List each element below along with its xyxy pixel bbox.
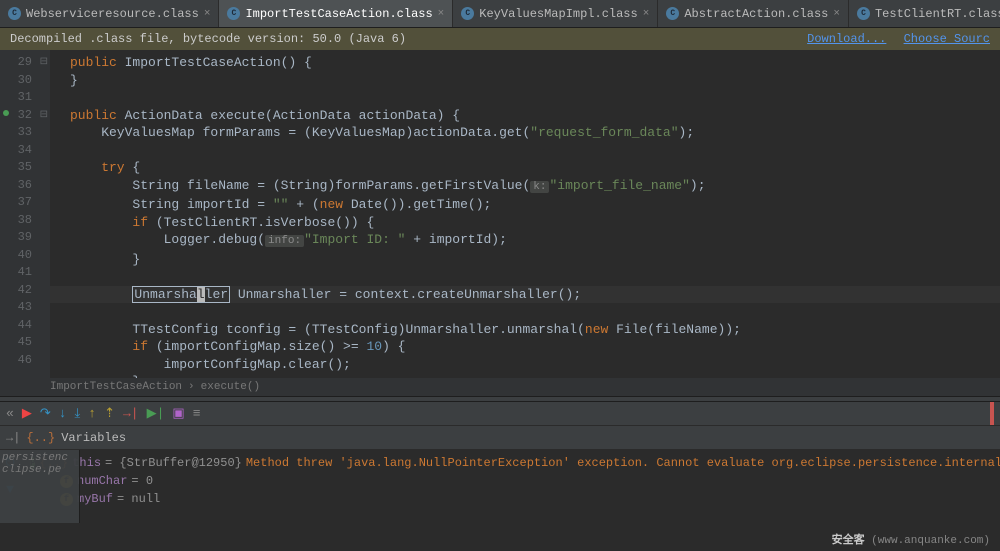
decompile-banner: Decompiled .class file, bytecode version… bbox=[0, 28, 1000, 50]
banner-text: Decompiled .class file, bytecode version… bbox=[10, 32, 406, 46]
tab-label: TestClientRT.class bbox=[875, 7, 1000, 21]
override-icon[interactable] bbox=[3, 110, 9, 116]
tab-abstractaction[interactable]: C AbstractAction.class × bbox=[658, 0, 849, 27]
code-line: TTestConfig tconfig = (TTestConfig)Unmar… bbox=[70, 322, 741, 337]
banner-actions: Download... Choose Sourc bbox=[797, 32, 990, 46]
collapse-icon[interactable]: ⊟ bbox=[40, 107, 48, 125]
step-out-icon[interactable]: ↑ bbox=[88, 406, 96, 421]
selection-box: Unmarshaller bbox=[132, 286, 230, 303]
resume-icon[interactable]: ▶ bbox=[22, 406, 32, 421]
stop-indicator bbox=[990, 402, 994, 425]
code-line: try { bbox=[70, 160, 140, 175]
code-line: String fileName = (String)formParams.get… bbox=[70, 178, 706, 193]
var-numchar[interactable]: f numChar = 0 bbox=[30, 474, 990, 488]
code-line: } bbox=[70, 374, 140, 378]
download-link[interactable]: Download... bbox=[807, 32, 886, 46]
var-this[interactable]: P {..} this = {StrBuffer@12950} Method t… bbox=[30, 456, 990, 470]
class-icon: C bbox=[461, 7, 474, 20]
breadcrumb-class[interactable]: ImportTestCaseAction bbox=[50, 381, 182, 393]
force-step-into-icon[interactable]: ⤓ bbox=[75, 406, 81, 421]
choose-source-link[interactable]: Choose Sourc bbox=[904, 32, 990, 46]
tab-importtestcase[interactable]: C ImportTestCaseAction.class × bbox=[219, 0, 453, 27]
line-gutter: 29⊟ 30 31 32⊟ 33 34 35 36 37 38 39 40 41… bbox=[0, 50, 50, 378]
tab-label: AbstractAction.class bbox=[684, 7, 828, 21]
close-icon[interactable]: × bbox=[204, 8, 211, 20]
variables-tree[interactable]: P {..} this = {StrBuffer@12950} Method t… bbox=[20, 450, 1000, 523]
frames-icon[interactable]: ▣ bbox=[172, 406, 184, 421]
tab-label: Webserviceresource.class bbox=[26, 7, 199, 21]
code-area[interactable]: public ImportTestCaseAction() { } public… bbox=[50, 50, 1000, 378]
code-line: } bbox=[70, 73, 78, 88]
class-icon: C bbox=[666, 7, 679, 20]
tab-keyvaluesmap[interactable]: C KeyValuesMapImpl.class × bbox=[453, 0, 658, 27]
step-over-icon[interactable]: ↷ bbox=[40, 406, 51, 421]
class-icon: C bbox=[227, 7, 240, 20]
collapse-icon[interactable]: →| bbox=[6, 431, 20, 445]
code-line: importConfigMap.clear(); bbox=[70, 357, 351, 372]
debug-panel: ↻ ▼ P {..} this = {StrBuffer@12950} Meth… bbox=[0, 450, 1000, 523]
code-line: Logger.debug(info:"Import ID: " + import… bbox=[70, 232, 507, 247]
highlighted-line: Unmarshaller Unmarshaller = context.crea… bbox=[50, 286, 1000, 304]
tab-testclientrt[interactable]: C TestClientRT.class × bbox=[849, 0, 1000, 27]
debug-toolbar: « ▶ ↷ ↓ ⤓ ↑ ⇡ →| ▶| ▣ ≡ bbox=[0, 402, 1000, 426]
breadcrumb-method[interactable]: execute() bbox=[201, 381, 260, 393]
close-icon[interactable]: × bbox=[438, 8, 445, 20]
braces-icon: {..} bbox=[26, 431, 55, 445]
class-icon: C bbox=[857, 7, 870, 20]
editor-tabs: C Webserviceresource.class × C ImportTes… bbox=[0, 0, 1000, 28]
class-icon: C bbox=[8, 7, 21, 20]
code-line: public ActionData execute(ActionData act… bbox=[70, 108, 460, 123]
code-editor[interactable]: 29⊟ 30 31 32⊟ 33 34 35 36 37 38 39 40 41… bbox=[0, 50, 1000, 378]
code-line: String importId = "" + (new Date()).getT… bbox=[70, 197, 491, 212]
var-mybuf[interactable]: f myBuf = null bbox=[30, 492, 990, 506]
tab-webservice[interactable]: C Webserviceresource.class × bbox=[0, 0, 219, 27]
code-line: if (TestClientRT.isVerbose()) { bbox=[70, 215, 374, 230]
code-line: KeyValuesMap formParams = (KeyValuesMap)… bbox=[70, 125, 694, 140]
back-icon[interactable]: « bbox=[6, 406, 14, 421]
breadcrumb[interactable]: ImportTestCaseAction › execute() bbox=[0, 378, 1000, 396]
code-line: public ImportTestCaseAction() { bbox=[70, 55, 312, 70]
drop-frame-icon[interactable]: ⇡ bbox=[104, 406, 115, 421]
tab-label: ImportTestCaseAction.class bbox=[245, 7, 432, 21]
code-line: } bbox=[70, 252, 140, 267]
variables-header: →| {..} Variables bbox=[0, 426, 1000, 450]
evaluate-icon[interactable]: ▶| bbox=[147, 406, 165, 421]
settings-icon[interactable]: ≡ bbox=[193, 406, 201, 421]
code-line: if (importConfigMap.size() >= 10) { bbox=[70, 339, 405, 354]
step-into-icon[interactable]: ↓ bbox=[59, 406, 67, 421]
watermark: 安全客 (www.anquanke.com) bbox=[832, 531, 990, 547]
tab-label: KeyValuesMapImpl.class bbox=[479, 7, 637, 21]
frames-overflow: persistenc clipse.pe bbox=[0, 450, 80, 523]
close-icon[interactable]: × bbox=[833, 8, 840, 20]
collapse-icon[interactable]: ⊟ bbox=[40, 54, 48, 72]
variables-label: Variables bbox=[61, 431, 126, 445]
chevron-right-icon: › bbox=[188, 381, 195, 393]
close-icon[interactable]: × bbox=[643, 8, 650, 20]
run-to-cursor-icon[interactable]: →| bbox=[123, 406, 139, 421]
